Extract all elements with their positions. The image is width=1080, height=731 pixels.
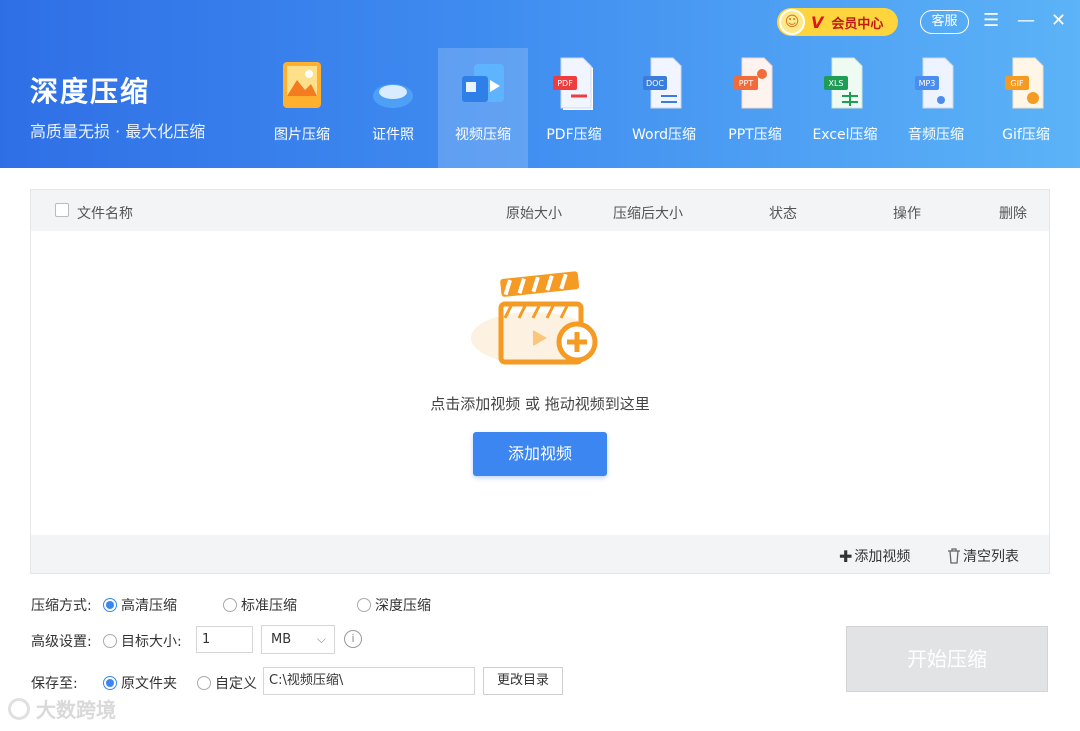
vip-center-button[interactable]: ☺ V 会员中心 (777, 8, 898, 36)
save-to-label: 保存至: (31, 676, 78, 692)
tab-pdf-compress[interactable]: PDF PDF压缩 (529, 48, 619, 168)
start-compress-button[interactable]: 开始压缩 (846, 626, 1048, 692)
chevron-down-icon: ⌵ (316, 632, 326, 646)
column-header-filename: 文件名称 (77, 206, 133, 222)
mode-hd-radio[interactable]: 高清压缩 (103, 595, 177, 615)
svg-text:GIF: GIF (1010, 79, 1024, 88)
save-custom-radio[interactable]: 自定义 (197, 673, 257, 693)
app-title: 深度压缩 (30, 75, 151, 108)
mode-deep-radio[interactable]: 深度压缩 (357, 595, 431, 615)
watermark: 大数跨境 (8, 694, 116, 723)
target-size-label: 目标大小: (121, 634, 182, 650)
column-header-compressed-size: 压缩后大小 (613, 206, 683, 222)
radio-dot-icon (103, 598, 117, 612)
watermark-text: 大数跨境 (36, 698, 116, 722)
add-video-button[interactable]: 添加视频 (473, 432, 607, 476)
tab-image-compress[interactable]: 图片压缩 (257, 48, 347, 168)
mode-deep-label: 深度压缩 (375, 598, 431, 614)
app-header: 深度压缩 高质量无损 · 最大化压缩 ☺ V 会员中心 客服 ☰ — ✕ 图片压… (0, 0, 1080, 168)
gif-file-icon: GIF (1005, 57, 1044, 109)
mode-standard-radio[interactable]: 标准压缩 (223, 595, 297, 615)
close-icon[interactable]: ✕ (1051, 10, 1066, 32)
vip-v-icon: V (811, 12, 824, 32)
clear-list-link[interactable]: 清空列表 (947, 546, 1019, 566)
column-header-delete: 删除 (999, 206, 1027, 222)
svg-text:PPT: PPT (739, 79, 754, 88)
tab-label: 音频压缩 (908, 127, 964, 143)
customer-service-button[interactable]: 客服 (920, 10, 969, 34)
tab-label: 证件照 (372, 127, 414, 143)
select-all-checkbox[interactable] (55, 203, 69, 217)
tab-excel-compress[interactable]: XLS Excel压缩 (800, 48, 890, 168)
size-unit-value: MB (271, 632, 292, 647)
image-file-icon (283, 62, 321, 108)
tab-label: PDF压缩 (546, 127, 602, 143)
change-directory-button[interactable]: 更改目录 (483, 667, 563, 695)
menu-icon[interactable]: ☰ (983, 10, 999, 32)
target-size-input[interactable]: 1 (196, 626, 253, 653)
tab-id-photo[interactable]: 证件照 (348, 48, 438, 168)
tab-label: PPT压缩 (728, 127, 782, 143)
file-list-panel[interactable]: 文件名称 原始大小 压缩后大小 状态 操作 删除 点击添加视频 或 拖动视频到这… (30, 189, 1050, 574)
vip-center-label: 会员中心 (831, 16, 884, 32)
svg-text:PDF: PDF (557, 79, 573, 88)
advanced-settings-label: 高级设置: (31, 634, 92, 650)
app-subtitle: 高质量无损 · 最大化压缩 (30, 122, 206, 141)
audio-file-icon: MP3 (915, 57, 954, 109)
vip-avatar-icon: ☺ (779, 9, 805, 35)
watermark-logo-icon (8, 697, 30, 720)
tab-label: Word压缩 (632, 127, 696, 143)
excel-file-icon: XLS (824, 57, 863, 109)
svg-text:MP3: MP3 (919, 79, 936, 88)
size-unit-select[interactable]: MB ⌵ (261, 625, 335, 654)
id-photo-icon (373, 62, 413, 108)
save-custom-label: 自定义 (215, 676, 257, 692)
trash-icon (948, 548, 960, 564)
tab-video-compress[interactable]: 视频压缩 (438, 48, 528, 168)
tab-audio-compress[interactable]: MP3 音频压缩 (891, 48, 981, 168)
radio-dot-icon (223, 598, 237, 612)
clear-list-label: 清空列表 (963, 549, 1019, 565)
footer-add-video-link[interactable]: ✚ 添加视频 (839, 546, 910, 566)
compress-mode-label: 压缩方式: (31, 598, 92, 614)
tab-label: 视频压缩 (455, 127, 511, 143)
tab-label: Excel压缩 (812, 127, 878, 143)
mode-hd-label: 高清压缩 (121, 598, 177, 614)
output-path-field[interactable]: C:\视频压缩\ (263, 667, 475, 695)
column-header-original-size: 原始大小 (506, 206, 562, 222)
mode-standard-label: 标准压缩 (241, 598, 297, 614)
plus-icon: ✚ (839, 546, 853, 566)
minimize-icon[interactable]: — (1017, 10, 1035, 32)
svg-text:XLS: XLS (828, 79, 843, 88)
save-original-folder-radio[interactable]: 原文件夹 (103, 673, 177, 693)
svg-text:DOC: DOC (646, 79, 664, 88)
ppt-file-icon: PPT (734, 57, 773, 109)
info-icon[interactable]: i (344, 630, 362, 648)
video-file-icon (462, 64, 504, 102)
radio-dot-icon (103, 634, 117, 648)
tab-label: Gif压缩 (1002, 127, 1050, 143)
radio-dot-icon (197, 676, 211, 690)
tab-gif-compress[interactable]: GIF Gif压缩 (981, 48, 1071, 168)
tab-word-compress[interactable]: DOC Word压缩 (619, 48, 709, 168)
table-header: 文件名称 原始大小 压缩后大小 状态 操作 删除 (31, 190, 1049, 231)
add-video-illustration-icon[interactable] (471, 270, 611, 380)
save-original-folder-label: 原文件夹 (121, 676, 177, 692)
column-header-status: 状态 (769, 206, 797, 222)
target-size-radio[interactable]: 目标大小: (103, 631, 182, 651)
panel-footer: ✚ 添加视频 清空列表 (31, 535, 1049, 573)
pdf-file-icon: PDF (553, 57, 593, 110)
drop-hint: 点击添加视频 或 拖动视频到这里 (430, 395, 650, 413)
tab-label: 图片压缩 (274, 127, 330, 143)
footer-add-video-label: 添加视频 (854, 549, 911, 565)
radio-dot-icon (103, 676, 117, 690)
column-header-action: 操作 (893, 206, 921, 222)
word-file-icon: DOC (643, 57, 682, 109)
radio-dot-icon (357, 598, 371, 612)
tab-ppt-compress[interactable]: PPT PPT压缩 (710, 48, 800, 168)
